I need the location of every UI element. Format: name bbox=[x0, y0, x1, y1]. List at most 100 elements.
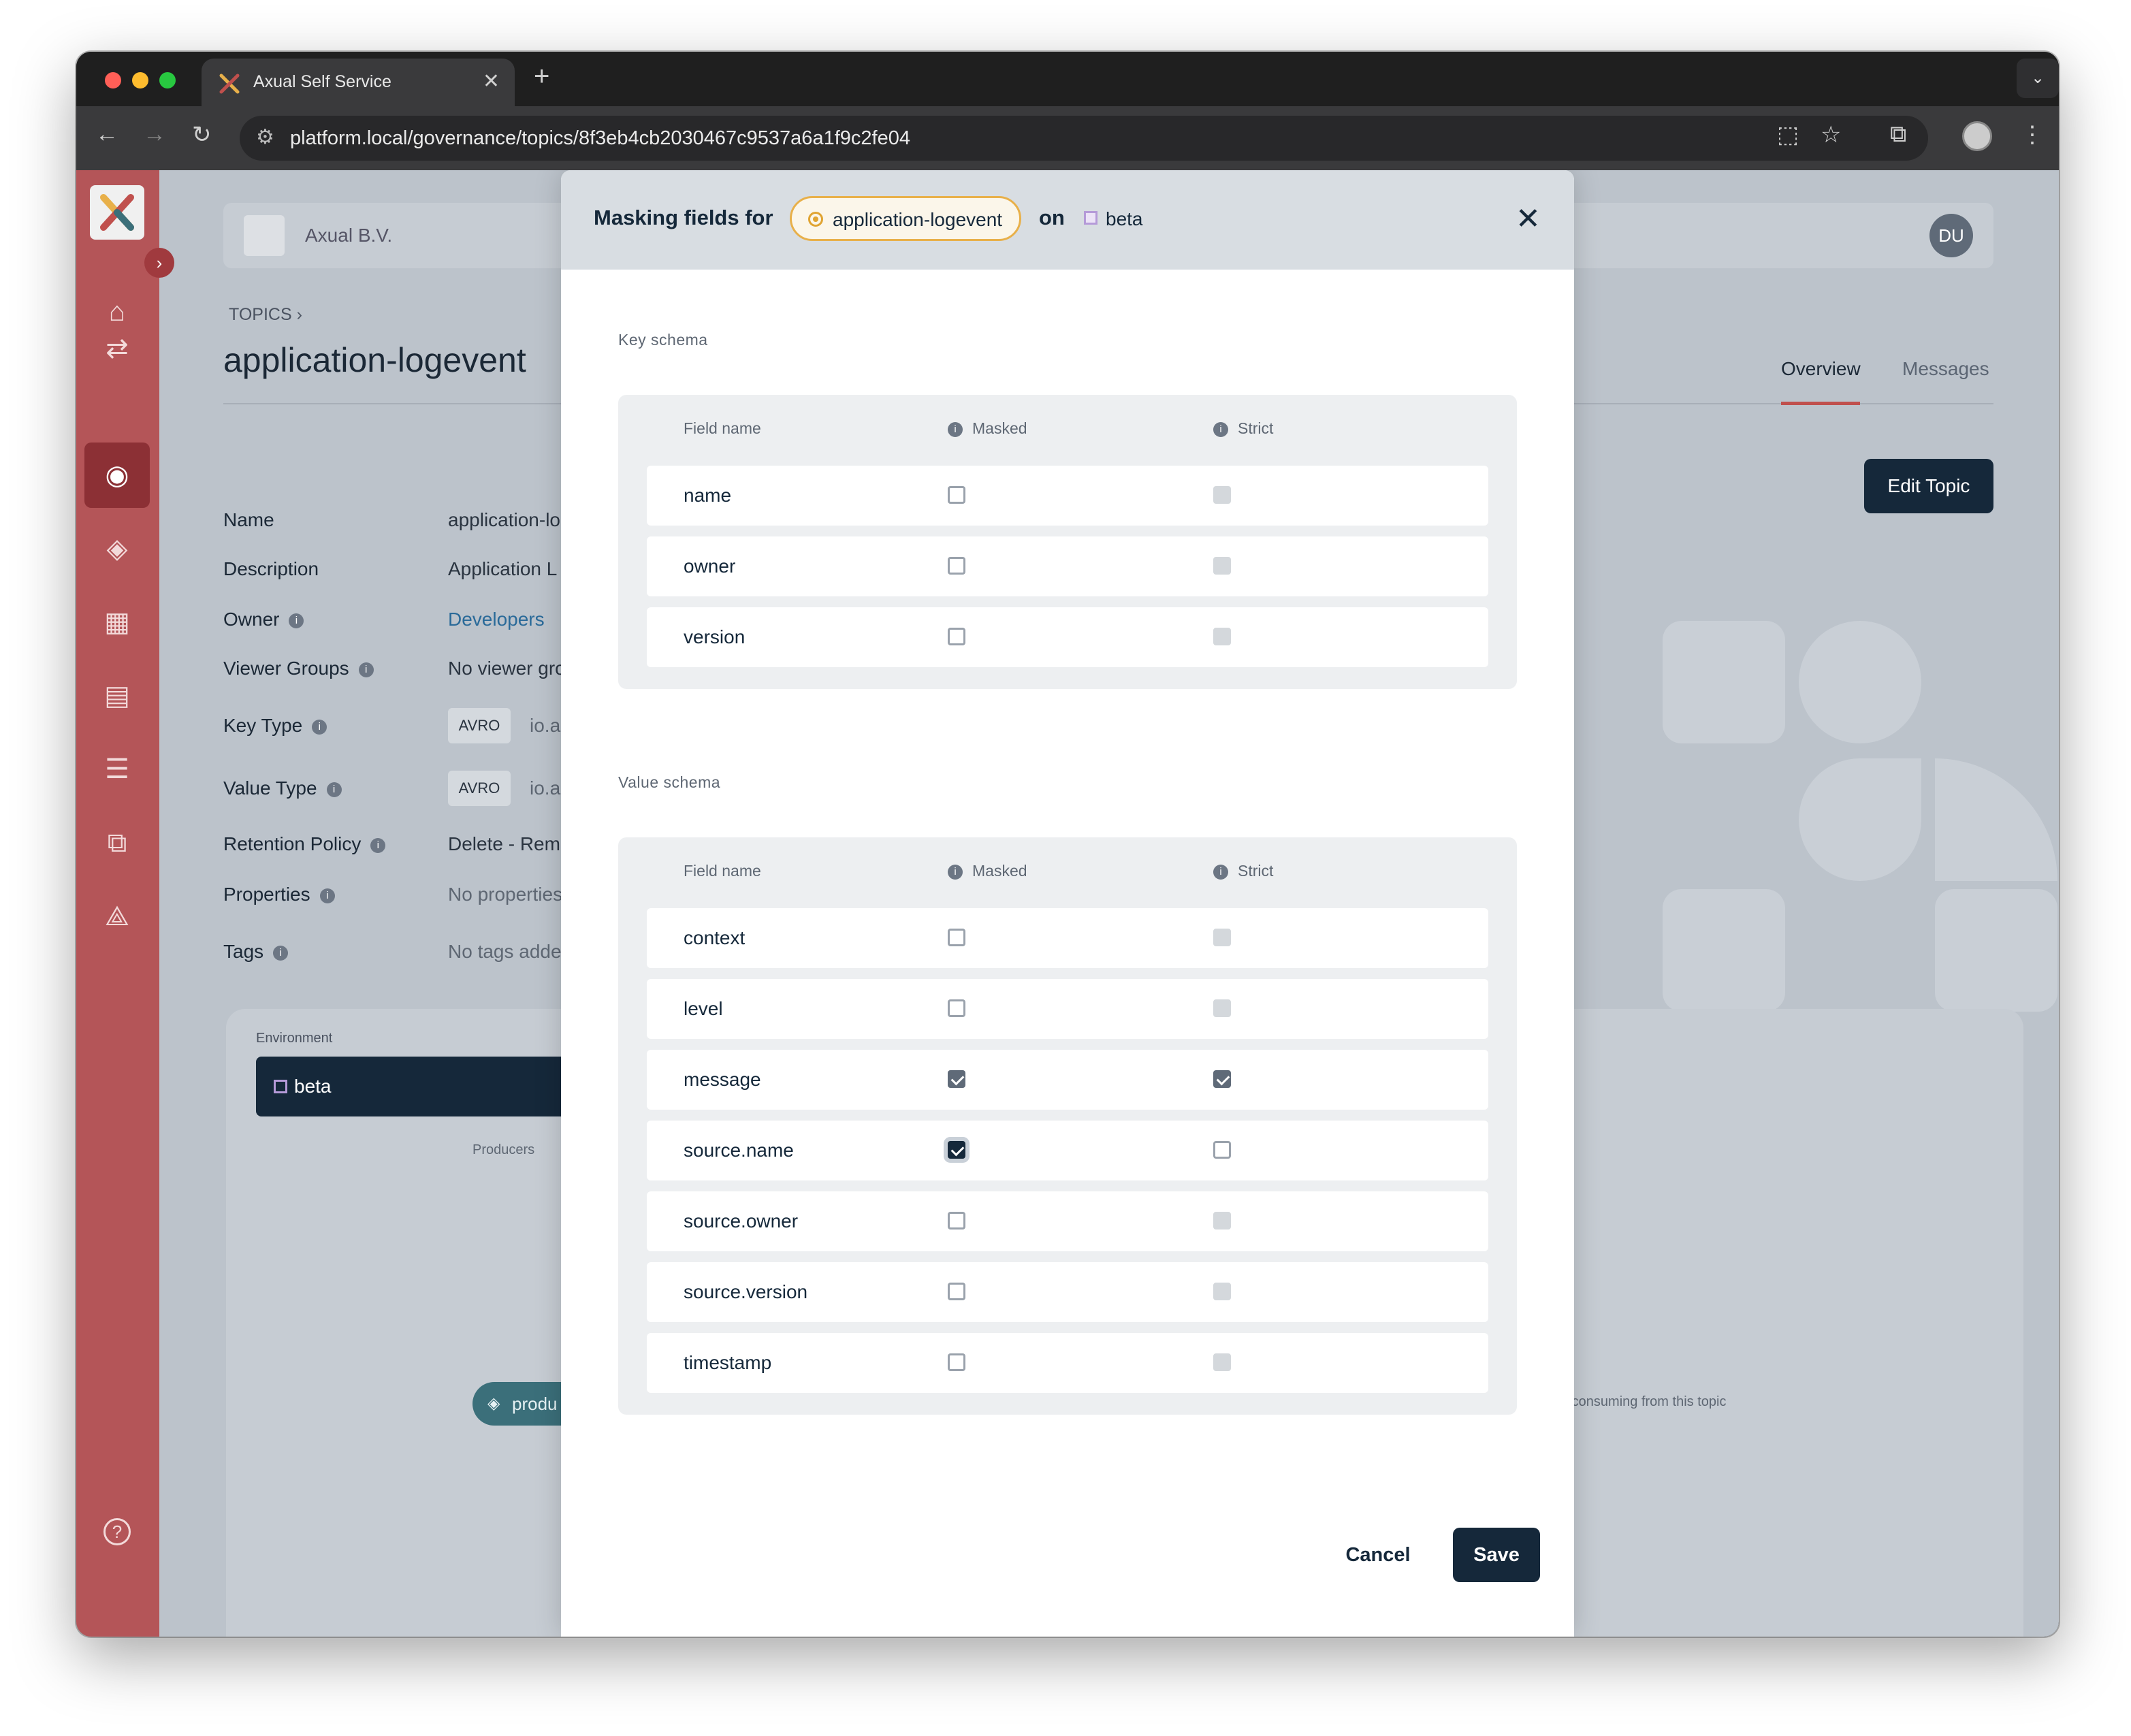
property-label: Key Type i bbox=[223, 715, 327, 737]
masked-checkbox[interactable] bbox=[948, 628, 965, 645]
tab-title: Axual Self Service bbox=[253, 72, 391, 91]
save-button[interactable]: Save bbox=[1453, 1528, 1540, 1582]
topic-chip-label: application-logevent bbox=[833, 209, 1003, 230]
close-window-button[interactable] bbox=[105, 72, 121, 89]
info-icon[interactable]: i bbox=[319, 888, 335, 903]
masked-checkbox[interactable] bbox=[948, 1353, 965, 1371]
sidebar-item-streams[interactable]: ⇄ bbox=[84, 316, 150, 381]
masked-checkbox[interactable] bbox=[948, 486, 965, 504]
info-icon[interactable]: i bbox=[1213, 421, 1228, 437]
masked-checkbox[interactable] bbox=[948, 1283, 965, 1300]
org-logo bbox=[244, 215, 285, 256]
new-tab-icon[interactable]: + bbox=[534, 61, 549, 92]
info-icon[interactable]: i bbox=[948, 864, 963, 880]
masked-checkbox[interactable] bbox=[948, 999, 965, 1017]
profile-avatar[interactable] bbox=[1962, 121, 1992, 151]
property-label: Name bbox=[223, 509, 274, 530]
info-icon[interactable]: i bbox=[948, 421, 963, 437]
sidebar-item-approvals[interactable]: ▤ bbox=[84, 663, 150, 728]
sidebar-item-applications[interactable]: ◈ bbox=[84, 516, 150, 581]
sidebar-item-network[interactable]: ⟁ bbox=[84, 884, 150, 949]
masked-checkbox[interactable] bbox=[948, 557, 965, 575]
address-bar[interactable]: ⚙ platform.local/governance/topics/8f3eb… bbox=[240, 116, 1928, 161]
forward-icon[interactable]: → bbox=[143, 121, 166, 148]
masked-checkbox[interactable] bbox=[948, 1212, 965, 1229]
info-icon[interactable]: i bbox=[370, 837, 386, 853]
property-value: Application L bbox=[448, 558, 558, 579]
tab-overview[interactable]: Overview bbox=[1781, 358, 1861, 380]
applications-icon: ◈ bbox=[106, 534, 128, 564]
info-icon[interactable]: i bbox=[326, 782, 342, 797]
network-icon: ⟁ bbox=[105, 901, 129, 931]
background-decoration bbox=[1663, 889, 1785, 1012]
tab-messages[interactable]: Messages bbox=[1902, 358, 1989, 380]
column-header-masked: i Masked bbox=[948, 419, 1027, 438]
sidebar-toggle-button[interactable]: › bbox=[144, 248, 174, 278]
install-app-icon[interactable]: ⬚ bbox=[1777, 121, 1799, 148]
close-icon[interactable]: ✕ bbox=[1516, 202, 1541, 236]
tab-close-icon[interactable]: ✕ bbox=[483, 69, 500, 93]
table-row: source.name bbox=[647, 1121, 1488, 1180]
masking-fields-dialog: Masking fields for application-logevent … bbox=[561, 170, 1574, 1637]
browser-menu-icon[interactable]: ⋮ bbox=[2021, 121, 2044, 148]
strict-checkbox[interactable] bbox=[1213, 1070, 1231, 1088]
tab-bar: Axual Self Service ✕ + ⌄ bbox=[76, 52, 2059, 106]
schema-name[interactable]: io.a bbox=[530, 715, 560, 737]
site-settings-icon[interactable]: ⚙ bbox=[256, 125, 274, 149]
strict-checkbox bbox=[1213, 999, 1231, 1017]
sidebar-item-settings[interactable]: ☰ bbox=[84, 737, 150, 802]
user-avatar[interactable]: DU bbox=[1929, 214, 1973, 257]
owner-link[interactable]: Developers bbox=[448, 609, 545, 630]
application-icon: ◈ bbox=[487, 1394, 500, 1413]
masked-checkbox[interactable] bbox=[948, 1070, 965, 1088]
table-row: timestamp bbox=[647, 1333, 1488, 1393]
value-schema-table: Field name i Masked i Strict context level… bbox=[618, 837, 1517, 1415]
sidebar-item-topics[interactable]: ◉ bbox=[84, 443, 150, 508]
info-icon[interactable]: i bbox=[273, 945, 289, 961]
edit-topic-button[interactable]: Edit Topic bbox=[1864, 459, 1993, 513]
sidebar-item-dashboard[interactable]: ▦ bbox=[84, 590, 150, 655]
schema-type-badge: AVRO bbox=[448, 771, 511, 806]
back-icon[interactable]: ← bbox=[95, 121, 118, 148]
minimize-window-button[interactable] bbox=[132, 72, 148, 89]
masked-checkbox[interactable] bbox=[948, 1141, 965, 1159]
axual-logo[interactable] bbox=[90, 185, 144, 240]
producers-label: Producers bbox=[472, 1142, 535, 1157]
active-tab-indicator bbox=[1781, 402, 1860, 405]
tab-menu-icon[interactable]: ⌄ bbox=[2017, 59, 2059, 98]
property-label: Retention Policy i bbox=[223, 833, 386, 855]
column-header-strict: i Strict bbox=[1213, 862, 1273, 880]
breadcrumb[interactable]: TOPICS › bbox=[229, 305, 302, 325]
help-icon: ? bbox=[103, 1518, 131, 1546]
property-value: No tags adde bbox=[448, 941, 562, 962]
key-schema-table: Field name i Masked i Strict name owner ve… bbox=[618, 395, 1517, 689]
info-icon[interactable]: i bbox=[289, 613, 304, 628]
cancel-button[interactable]: Cancel bbox=[1330, 1528, 1426, 1582]
dashboard-icon: ▦ bbox=[104, 607, 130, 637]
environment-chip-label: beta bbox=[1106, 208, 1143, 229]
dialog-header: Masking fields for application-logevent … bbox=[561, 170, 1574, 270]
reload-icon[interactable]: ↻ bbox=[192, 121, 212, 148]
strict-checkbox bbox=[1213, 486, 1231, 504]
bookmark-star-icon[interactable]: ☆ bbox=[1821, 121, 1841, 148]
maximize-window-button[interactable] bbox=[159, 72, 176, 89]
info-icon[interactable]: i bbox=[358, 662, 374, 677]
info-icon[interactable]: i bbox=[1213, 864, 1228, 880]
help-button[interactable]: ? bbox=[84, 1498, 150, 1563]
schema-name[interactable]: io.a bbox=[530, 777, 560, 799]
field-name: context bbox=[684, 927, 746, 948]
browser-tab[interactable]: Axual Self Service ✕ bbox=[202, 59, 515, 106]
strict-checkbox bbox=[1213, 1212, 1231, 1229]
info-icon[interactable]: i bbox=[312, 719, 327, 735]
environment-name: beta bbox=[294, 1076, 332, 1097]
field-name: source.owner bbox=[684, 1210, 799, 1232]
masked-checkbox[interactable] bbox=[948, 929, 965, 946]
value-schema-label: Value schema bbox=[618, 773, 721, 791]
environment-selector[interactable]: beta bbox=[256, 1057, 569, 1116]
strict-checkbox bbox=[1213, 557, 1231, 575]
sidebar-item-copy[interactable]: ⧉ bbox=[84, 810, 150, 875]
strict-checkbox[interactable] bbox=[1213, 1141, 1231, 1159]
background-decoration bbox=[1799, 621, 1921, 743]
extensions-icon[interactable]: ⧉ bbox=[1890, 121, 1906, 148]
column-header-field-name: Field name bbox=[684, 419, 761, 437]
